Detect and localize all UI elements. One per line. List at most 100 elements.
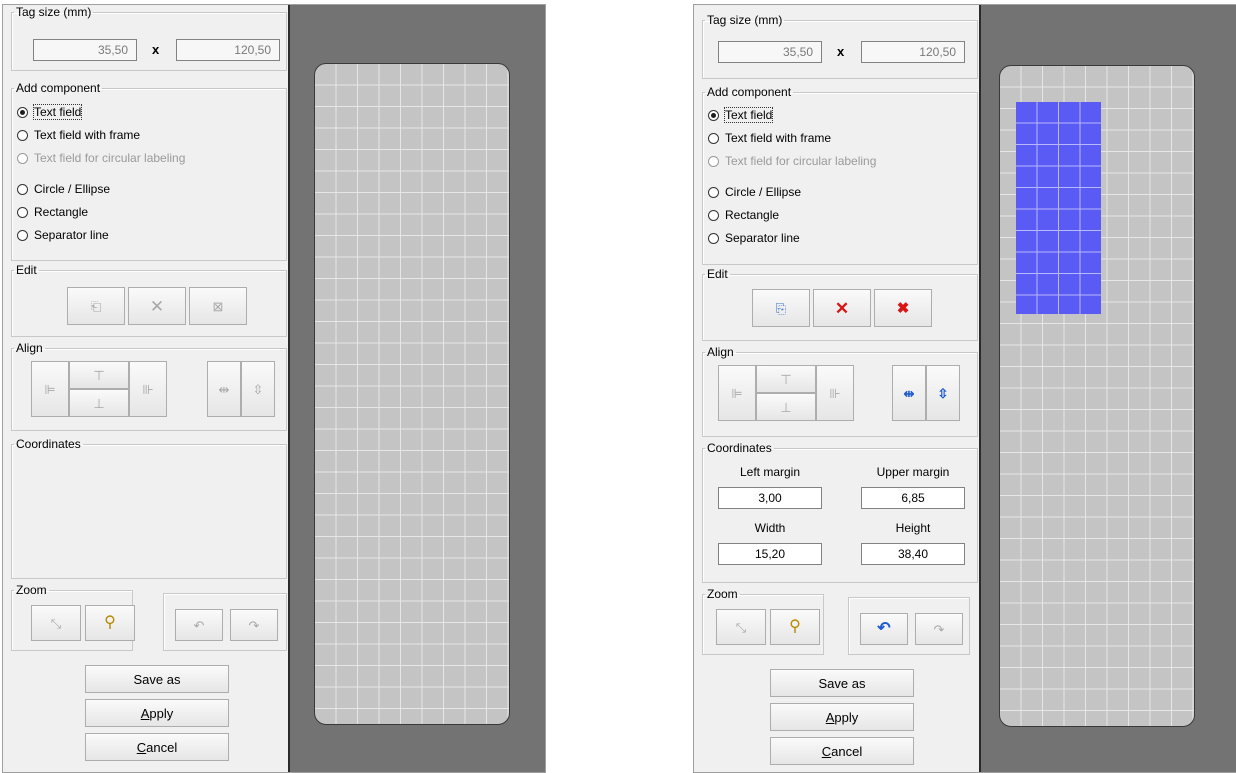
cancel-button[interactable]: Cancel (85, 733, 229, 761)
tool-panel: Tag size (mm) 35,50 x 120,50 Add compone… (3, 5, 288, 772)
copy-button[interactable]: ⎘ (752, 289, 810, 327)
radio-selected-icon (17, 106, 28, 118)
width-input[interactable]: 15,20 (718, 543, 822, 565)
zoom-fit-button[interactable]: ⤡ (716, 609, 766, 645)
undo-button[interactable]: ↶ (860, 613, 908, 645)
times-label: x (152, 42, 160, 57)
delete-all-button[interactable]: ⊠ (189, 287, 247, 325)
add-component-legend: Add component (707, 85, 792, 99)
align-right-button[interactable]: ⊪ (129, 361, 167, 417)
align-right-button[interactable]: ⊪ (816, 365, 854, 421)
redo-button[interactable]: ↷ (915, 613, 963, 645)
radio-icon (708, 232, 719, 244)
delete-all-icon: ⊠ (212, 298, 224, 314)
align-legend: Align (16, 341, 43, 355)
center-vertical-button[interactable]: ⇳ (241, 361, 275, 417)
radio-icon (708, 132, 719, 144)
width-label: Width (754, 521, 786, 535)
radio-text-field[interactable]: Text field (708, 106, 774, 124)
radio-icon (17, 129, 28, 141)
radio-circular-text: Text field for circular labeling (708, 152, 876, 170)
redo-button[interactable]: ↷ (230, 609, 278, 641)
center-horizontal-button[interactable]: ⇹ (892, 365, 926, 421)
center-vertical-icon: ⇳ (252, 381, 264, 397)
zoom-fit-button[interactable]: ⤡ (31, 605, 81, 641)
center-horizontal-button[interactable]: ⇹ (207, 361, 241, 417)
label-editor-window-with-component: Tag size (mm) 35,50 x 120,50 Add compone… (693, 4, 1236, 773)
align-left-button[interactable]: ⊫ (718, 365, 756, 421)
copy-button[interactable]: ⎗ (67, 287, 125, 325)
cancel-button[interactable]: Cancel (770, 737, 914, 765)
upper-margin-label: Upper margin (876, 465, 950, 479)
left-margin-label: Left margin (739, 465, 801, 479)
align-left-button[interactable]: ⊫ (31, 361, 69, 417)
times-label: x (837, 44, 845, 59)
save-as-button[interactable]: Save as (770, 669, 914, 697)
tag-width-input[interactable]: 35,50 (718, 41, 822, 63)
redo-icon: ↷ (933, 621, 945, 637)
radio-separator-line[interactable]: Separator line (17, 226, 109, 244)
undo-button[interactable]: ↶ (175, 609, 223, 641)
selected-text-field-component[interactable] (1016, 102, 1101, 314)
radio-icon (708, 155, 719, 167)
radio-text-field-frame[interactable]: Text field with frame (17, 126, 140, 144)
zoom-fit-icon: ⤡ (735, 619, 747, 635)
tag-size-legend: Tag size (mm) (707, 13, 783, 27)
center-horizontal-icon: ⇹ (218, 381, 230, 397)
delete-button[interactable]: ✕ (813, 289, 871, 327)
align-bottom-button[interactable]: ⊥ (756, 393, 816, 421)
delete-all-button[interactable]: ✖ (874, 289, 932, 327)
radio-selected-icon (708, 109, 719, 121)
save-as-button[interactable]: Save as (85, 665, 229, 693)
copy-icon: ⎗ (90, 298, 102, 314)
zoom-legend: Zoom (707, 587, 738, 601)
tag-height-input[interactable]: 120,50 (861, 41, 965, 63)
align-top-button[interactable]: ⊤ (69, 361, 129, 389)
left-margin-input[interactable]: 3,00 (718, 487, 822, 509)
tag-width-input[interactable]: 35,50 (33, 39, 137, 61)
tag-size-group: Tag size (mm) (11, 5, 287, 71)
radio-circle-ellipse[interactable]: Circle / Ellipse (17, 180, 110, 198)
design-canvas (290, 5, 545, 772)
align-top-icon: ⊤ (780, 371, 792, 387)
radio-icon (17, 206, 28, 218)
center-vertical-button[interactable]: ⇳ (926, 365, 960, 421)
align-bottom-button[interactable]: ⊥ (69, 389, 129, 417)
radio-icon (708, 186, 719, 198)
align-right-icon: ⊪ (142, 381, 154, 397)
align-left-icon: ⊫ (731, 385, 743, 401)
design-canvas (981, 5, 1236, 772)
align-top-button[interactable]: ⊤ (756, 365, 816, 393)
coordinates-group: Coordinates (11, 437, 287, 579)
center-horizontal-icon: ⇹ (903, 385, 915, 401)
apply-button[interactable]: Apply (85, 699, 229, 727)
redo-icon: ↷ (248, 617, 260, 633)
delete-icon: ✕ (149, 296, 165, 316)
apply-button[interactable]: Apply (770, 703, 914, 731)
radio-text-field-frame[interactable]: Text field with frame (708, 129, 831, 147)
align-left-icon: ⊫ (44, 381, 56, 397)
delete-button[interactable]: ✕ (128, 287, 186, 325)
tag-height-input[interactable]: 120,50 (176, 39, 280, 61)
height-input[interactable]: 38,40 (861, 543, 965, 565)
tag-preview[interactable] (314, 63, 510, 725)
align-top-icon: ⊤ (93, 367, 105, 383)
upper-margin-input[interactable]: 6,85 (861, 487, 965, 509)
zoom-legend: Zoom (16, 583, 47, 597)
edit-legend: Edit (707, 267, 728, 281)
align-legend: Align (707, 345, 734, 359)
radio-text-field[interactable]: Text field (17, 103, 83, 121)
tag-preview[interactable] (999, 65, 1195, 727)
delete-all-icon: ✖ (896, 299, 910, 317)
zoom-button[interactable]: ⚲ (770, 609, 820, 645)
magnifier-icon: ⚲ (104, 614, 116, 631)
radio-separator-line[interactable]: Separator line (708, 229, 800, 247)
magnifier-icon: ⚲ (789, 618, 801, 635)
radio-circle-ellipse[interactable]: Circle / Ellipse (708, 183, 801, 201)
align-bottom-icon: ⊥ (780, 399, 792, 415)
zoom-button[interactable]: ⚲ (85, 605, 135, 641)
tool-panel: Tag size (mm) 35,50 x 120,50 Add compone… (694, 5, 979, 772)
radio-rectangle[interactable]: Rectangle (708, 206, 779, 224)
undo-icon: ↶ (193, 617, 205, 633)
radio-rectangle[interactable]: Rectangle (17, 203, 88, 221)
